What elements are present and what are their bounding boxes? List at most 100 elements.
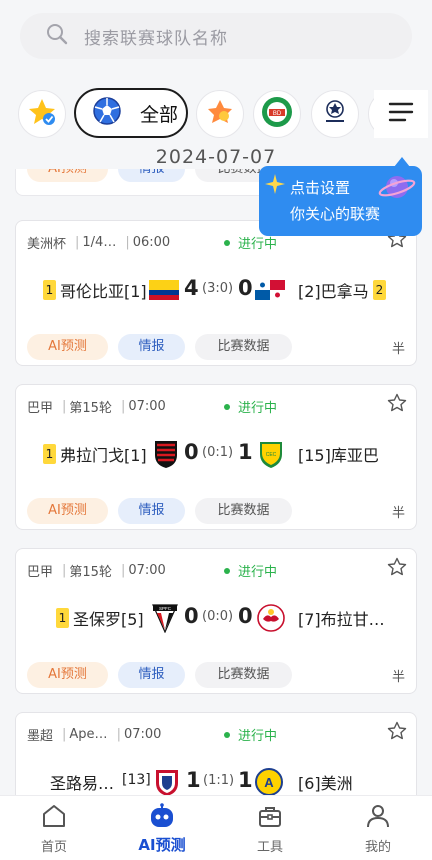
star-check-icon [27,97,57,131]
match-meta: 墨超 | Ape… | 07:00 [27,727,162,744]
search-icon [46,23,68,49]
home-score: 0 [184,604,199,628]
home-icon [41,803,67,829]
bragantino-crest-icon [256,603,286,633]
league-badge-icon: BD [260,95,294,133]
away-team: [15]库亚巴 [298,446,379,465]
nav-home[interactable]: 首页 [0,796,108,860]
nav-profile[interactable]: 我的 [324,796,432,860]
soccer-ball-icon [92,96,122,130]
bottom-navigation: 首页 AI预测 工具 我的 [0,795,432,860]
league-name: 美洲杯 [27,237,67,252]
colombia-flag-icon [149,275,179,305]
hot-star-icon [205,97,235,131]
hot-leagues-chip[interactable] [196,90,244,138]
favorite-star-icon[interactable] [387,557,407,581]
league-filter-bar: 全部 BD [0,84,432,144]
match-score-row: 1 哥伦比亚[1] 4 (3:0) 0 [2]巴拿马 2 [16,275,418,305]
half-time-score: (1:1) [203,773,235,788]
search-bar[interactable]: 搜索联赛球队名称 [20,13,412,59]
match-data-tag[interactable]: 比赛数据 [195,334,292,360]
nav-profile-label: 我的 [364,840,391,855]
league-setting-tooltip[interactable]: 点击设置 你关心的联赛 [259,157,422,236]
match-meta: 巴甲 | 第15轮 | 07:00 [27,563,166,580]
tooltip-line-2: 你关心的联赛 [290,205,381,223]
live-status: 进行中 [224,725,277,744]
league-name: 巴甲 [27,401,54,416]
svg-text:CEC: CEC [266,452,277,458]
svg-text:A: A [264,775,274,790]
ai-predict-tag[interactable]: AI预测 [27,334,108,360]
nav-ai-predict[interactable]: AI预测 [108,796,216,860]
match-time: 07:00 [128,563,166,578]
date-header: 2024-07-07 [155,146,277,168]
svg-text:SPFC: SPFC [159,606,172,611]
league-name: 墨超 [27,729,54,744]
match-meta: 美洲杯 | 1/4… | 06:00 [27,235,171,252]
rank-badge: 2 [373,280,386,300]
match-round: 第15轮 [69,565,112,580]
match-round: 第15轮 [69,401,112,416]
favorite-star-icon[interactable] [387,721,407,745]
all-leagues-label: 全部 [140,103,179,126]
sparkle-icon [263,172,287,200]
away-team: [2]巴拿马 [298,282,369,301]
league-menu-button[interactable] [374,90,428,138]
match-score-row: 圣路易… [13] 1 (1:1) 1 A [6]美洲 [16,767,418,797]
home-score: 0 [184,440,199,464]
league-chip-green[interactable]: BD [253,90,301,138]
info-tag[interactable]: 情报 [118,169,185,182]
match-time: 06:00 [132,235,171,250]
nav-tools[interactable]: 工具 [216,796,324,860]
match-data-tag[interactable]: 比赛数据 [195,662,292,688]
nav-tools-label: 工具 [256,840,283,855]
all-leagues-chip[interactable]: 全部 [74,88,188,138]
half-time-score: (0:1) [202,445,234,460]
away-score: 1 [238,440,253,464]
away-score: 0 [238,604,253,628]
match-card[interactable]: 巴甲 | 第15轮 | 07:00 进行中 1 弗拉门戈[1] 0 (0:1) 1 … [15,384,417,530]
match-time: 07:00 [128,399,166,414]
home-score: 4 [184,276,199,300]
match-card[interactable]: 美洲杯 | 1/4… | 06:00 进行中 1 哥伦比亚[1] 4 (3:0) 0… [15,220,417,366]
half-time-score: (3:0) [202,281,234,296]
match-time: 07:00 [123,727,162,742]
away-score: 0 [238,276,253,300]
ai-predict-tag[interactable]: AI预测 [27,662,108,688]
home-team: 圣路易… [50,774,115,793]
tooltip-arrow [394,157,410,167]
sao-paulo-crest-icon: SPFC [151,603,181,634]
home-team: 弗拉门戈[1] [60,446,147,465]
match-card[interactable]: 巴甲 | 第15轮 | 07:00 进行中 1 圣保罗[5] SPFC 0 (0:0… [15,548,417,694]
match-round: Ape… [69,727,108,742]
atletico-san-luis-crest-icon [153,767,183,797]
half-time-score: (0:0) [202,609,234,624]
info-tag[interactable]: 情报 [118,334,185,360]
tooltip-line-1: 点击设置 [290,179,351,197]
info-tag[interactable]: 情报 [118,662,185,688]
home-team: 圣保罗[5] [73,610,144,629]
flamengo-crest-icon [153,439,183,469]
favorites-chip[interactable] [18,90,66,138]
search-placeholder: 搜索联赛球队名称 [84,28,228,49]
match-score-row: 1 圣保罗[5] SPFC 0 (0:0) 0 [7]布拉甘… [16,603,418,634]
nav-home-label: 首页 [40,840,67,855]
app-screen: 搜索联赛球队名称 全部 BD 2024-07-07 美洲杯 | 1/4… | 0… [0,0,432,860]
league-name: 巴甲 [27,565,54,580]
rank-badge: 1 [43,444,56,464]
svg-text:BD: BD [273,111,282,117]
match-data-tag[interactable]: 比赛数据 [195,498,292,524]
league-chip-champions[interactable] [311,90,359,138]
away-team: [7]布拉甘… [298,610,385,629]
live-status: 进行中 [224,561,277,580]
rank-badge: 1 [43,280,56,300]
half-label: 半 [391,342,405,357]
ai-predict-tag[interactable]: AI预测 [27,169,108,182]
planet-icon [378,170,416,208]
panama-flag-icon [255,275,285,305]
info-tag[interactable]: 情报 [118,498,185,524]
favorite-star-icon[interactable] [387,393,407,417]
away-team: [6]美洲 [298,774,353,793]
away-score: 1 [238,768,253,792]
ai-predict-tag[interactable]: AI预测 [27,498,108,524]
